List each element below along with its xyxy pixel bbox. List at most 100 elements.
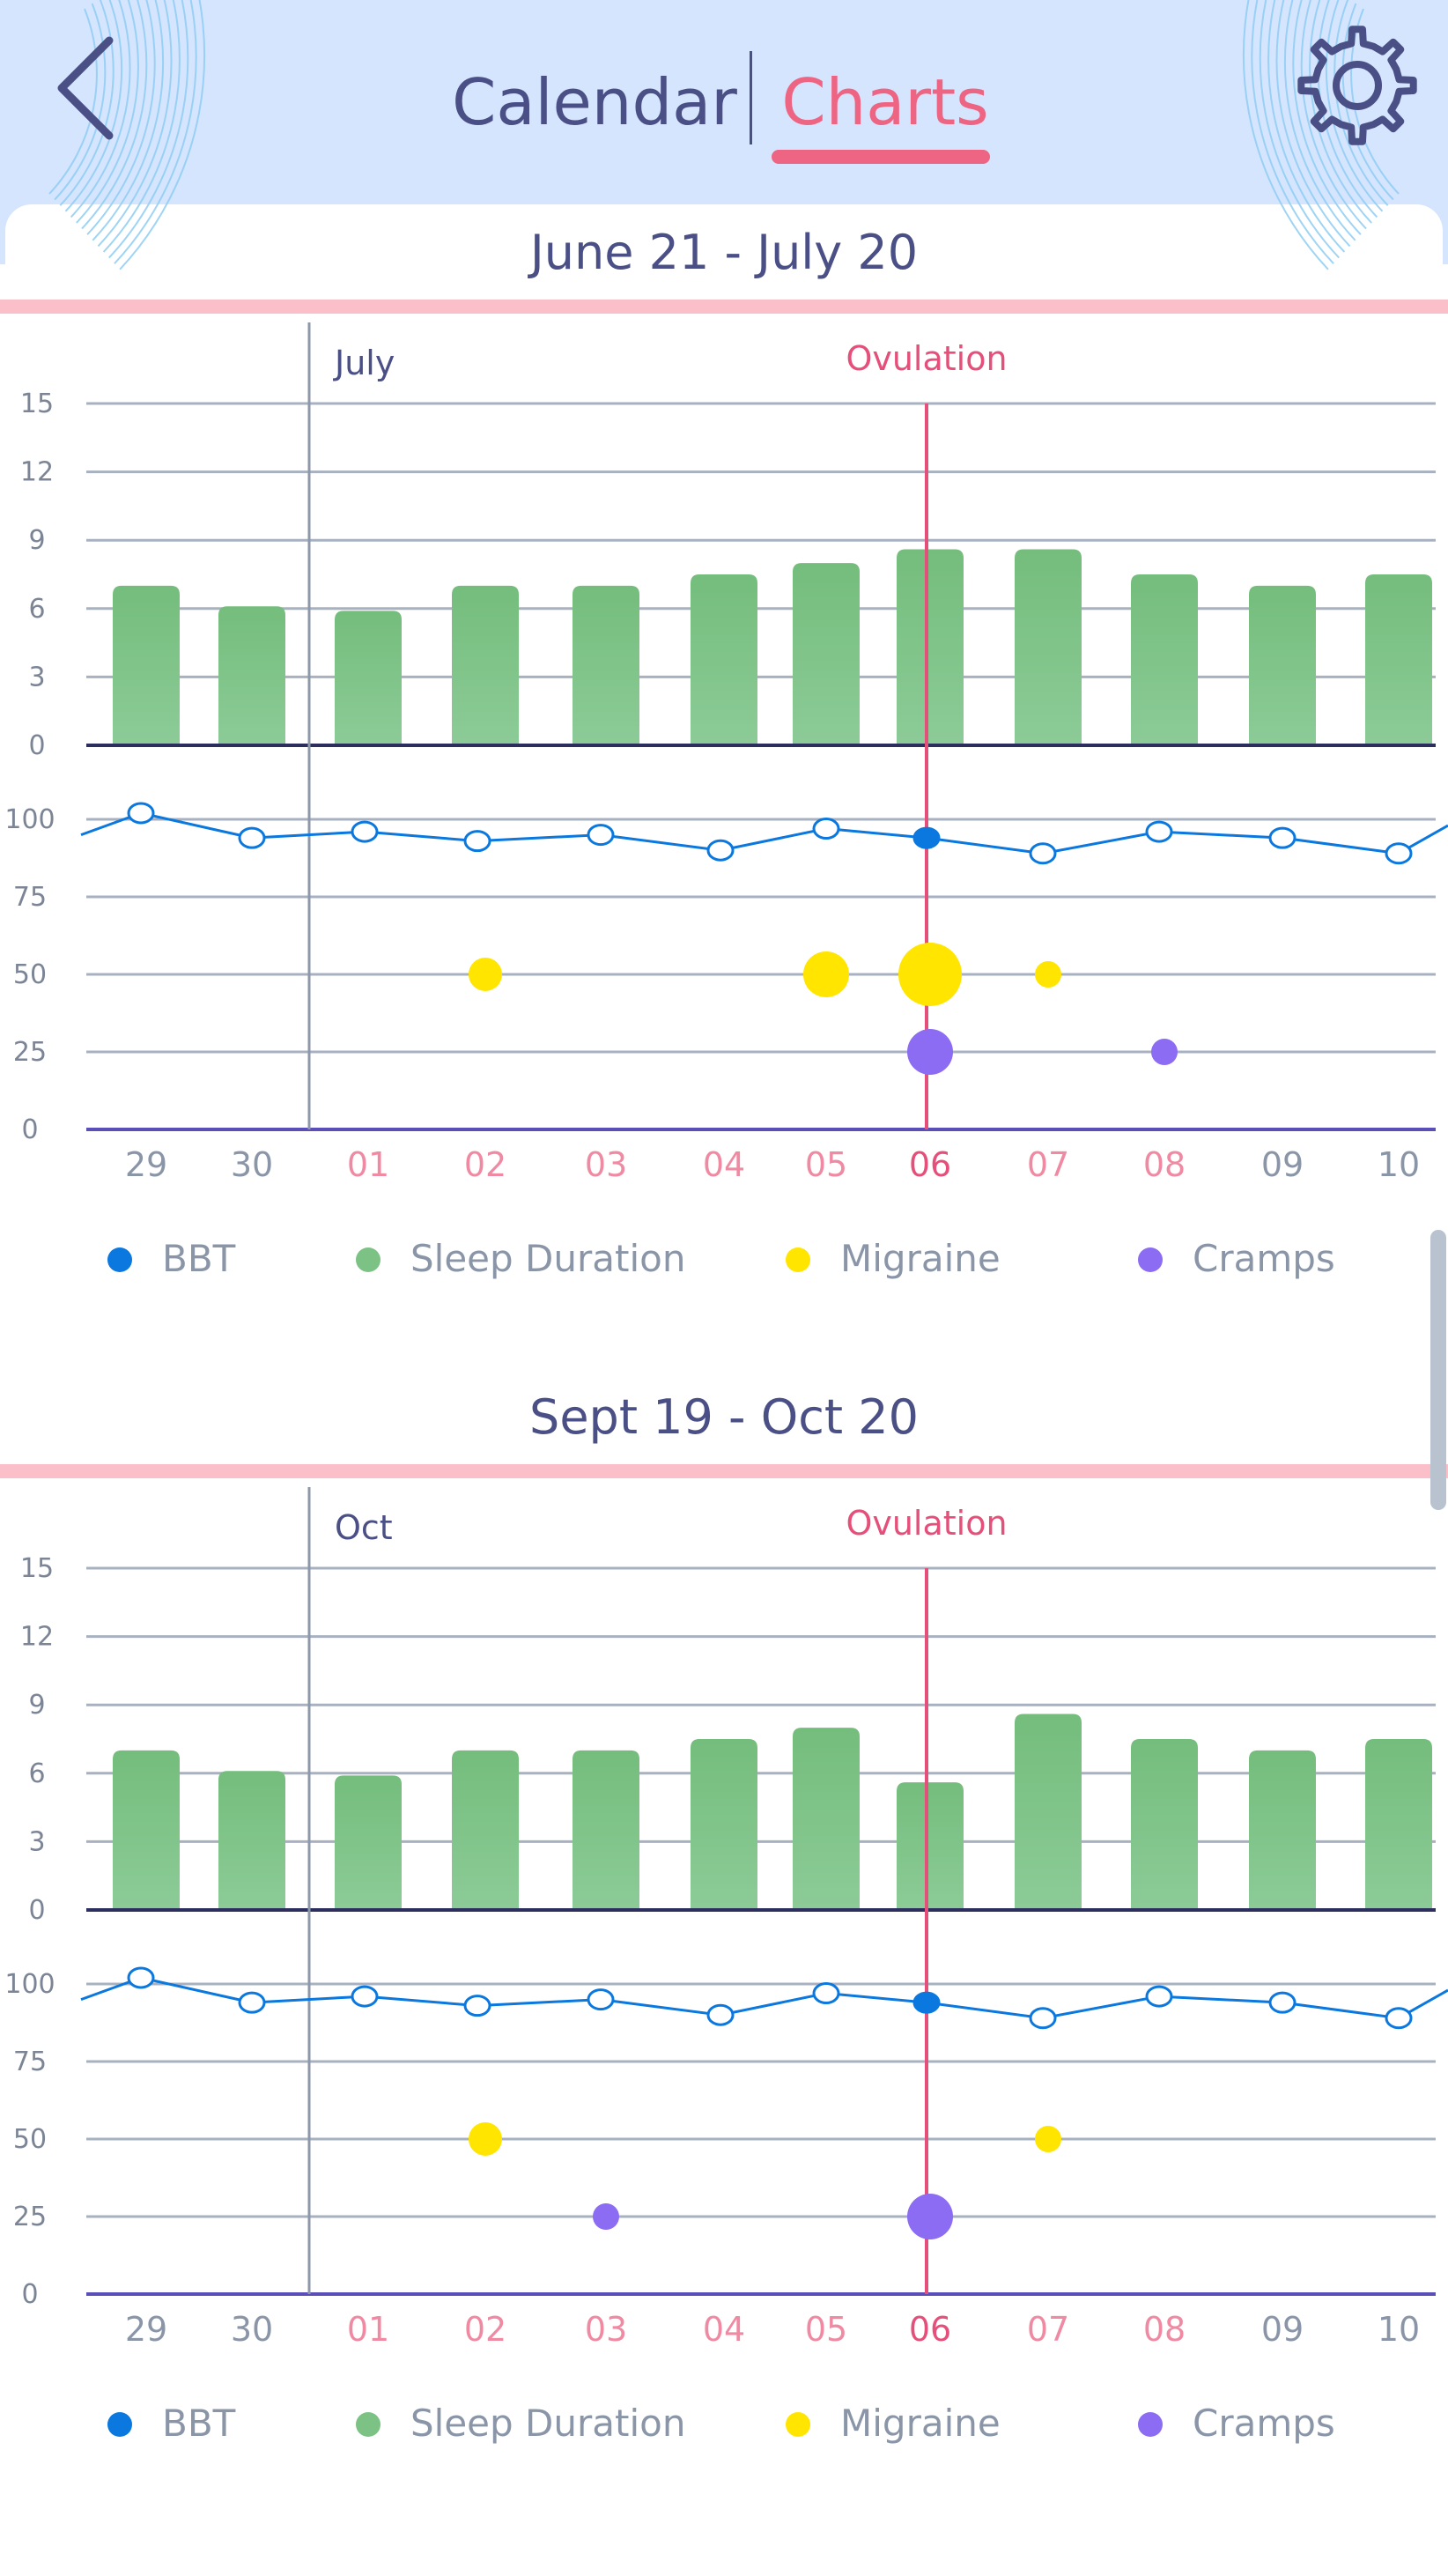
bbt-point[interactable] xyxy=(587,1988,615,2011)
charts-screen: Calendar Charts June 21 - July 20 15 12 9 6 3… xyxy=(0,0,1448,2576)
sleep-duration-bar[interactable] xyxy=(335,1775,402,1908)
bbt-point[interactable] xyxy=(587,824,615,847)
sleep-axis-tick: 6 xyxy=(28,1758,45,1789)
bbt-point[interactable] xyxy=(351,1985,379,2008)
bbt-point[interactable] xyxy=(812,818,840,840)
sleep-axis-tick: 0 xyxy=(28,1895,45,1926)
sleep-duration-bar[interactable] xyxy=(1131,1739,1198,1908)
sleep-duration-bar[interactable] xyxy=(452,585,519,744)
sleep-axis-tick: 3 xyxy=(28,662,45,692)
symptom-axis-tick: 100 xyxy=(4,1969,55,2000)
bbt-point[interactable] xyxy=(127,1966,155,1989)
legend-label: BBT xyxy=(162,2402,236,2445)
symptom-axis-tick: 25 xyxy=(13,1037,47,1068)
day-label: 03 xyxy=(585,2310,627,2349)
legend-marker xyxy=(107,2412,132,2437)
sleep-axis-tick: 3 xyxy=(28,1826,45,1857)
sleep-duration-bar[interactable] xyxy=(691,1739,757,1908)
month-label: Oct xyxy=(335,1508,393,1547)
sleep-duration-bar[interactable] xyxy=(573,1750,639,1908)
symptom-axis-tick: 25 xyxy=(13,2202,47,2232)
sleep-duration-bar[interactable] xyxy=(335,611,402,744)
sleep-duration-bar[interactable] xyxy=(573,585,639,744)
bbt-point[interactable] xyxy=(463,830,491,853)
migraine-dot[interactable] xyxy=(1035,961,1061,988)
sleep-duration-bar[interactable] xyxy=(1249,585,1316,744)
day-label: 05 xyxy=(805,2310,847,2349)
legend-marker xyxy=(786,2412,810,2437)
bbt-point[interactable] xyxy=(912,826,941,849)
day-label: 06 xyxy=(909,2310,951,2349)
bbt-point[interactable] xyxy=(812,1982,840,2005)
bbt-point[interactable] xyxy=(1385,2007,1413,2030)
sleep-duration-bar[interactable] xyxy=(452,1750,519,1908)
bbt-point[interactable] xyxy=(1268,1991,1297,2014)
day-label: 08 xyxy=(1143,2310,1186,2349)
chart-range-title: June 21 - July 20 xyxy=(528,225,918,280)
sleep-axis-tick: 0 xyxy=(28,730,45,761)
bbt-point[interactable] xyxy=(1268,826,1297,849)
sleep-duration-bar[interactable] xyxy=(1365,1739,1432,1908)
sleep-axis-tick: 9 xyxy=(28,1690,45,1721)
sleep-duration-bar[interactable] xyxy=(793,1728,860,1908)
cramps-dot[interactable] xyxy=(593,2203,619,2230)
sleep-duration-bar[interactable] xyxy=(1015,549,1082,744)
scrollbar-thumb[interactable] xyxy=(1430,1230,1446,1510)
migraine-dot[interactable] xyxy=(469,2122,502,2156)
sleep-axis-tick: 12 xyxy=(20,1622,54,1653)
day-label: 07 xyxy=(1027,2310,1069,2349)
sleep-duration-bar[interactable] xyxy=(113,585,180,744)
sleep-duration-bar[interactable] xyxy=(1249,1750,1316,1908)
sleep-duration-bar[interactable] xyxy=(897,549,964,744)
sleep-duration-bar[interactable] xyxy=(218,1771,285,1908)
bbt-point[interactable] xyxy=(1145,1985,1173,2008)
migraine-dot[interactable] xyxy=(469,958,502,991)
bbt-point[interactable] xyxy=(238,1991,266,2014)
month-label: July xyxy=(333,344,395,382)
bbt-point[interactable] xyxy=(1385,842,1413,865)
bbt-point[interactable] xyxy=(1029,2007,1057,2030)
legend-label: Cramps xyxy=(1193,2402,1335,2445)
symptom-axis-tick: 100 xyxy=(4,804,55,835)
bbt-point[interactable] xyxy=(706,2003,735,2026)
cramps-dot[interactable] xyxy=(907,1029,953,1075)
bbt-point[interactable] xyxy=(463,1995,491,2017)
symptom-axis-tick: 0 xyxy=(21,2279,38,2310)
ovulation-label: Ovulation xyxy=(846,1504,1007,1543)
symptom-axis-tick: 75 xyxy=(13,2047,47,2077)
cramps-dot[interactable] xyxy=(1151,1039,1178,1065)
migraine-dot[interactable] xyxy=(1035,2126,1061,2152)
sleep-duration-bar[interactable] xyxy=(218,606,285,744)
symptom-axis-tick: 50 xyxy=(13,2124,47,2155)
sleep-axis-tick: 6 xyxy=(28,594,45,625)
bbt-point[interactable] xyxy=(351,820,379,843)
sleep-axis-tick: 15 xyxy=(20,389,54,419)
legend-label: Migraine xyxy=(840,2402,1001,2445)
bbt-point[interactable] xyxy=(1029,842,1057,865)
bbt-point[interactable] xyxy=(706,839,735,862)
legend-marker xyxy=(1138,2412,1163,2437)
sleep-duration-bar[interactable] xyxy=(113,1750,180,1908)
bbt-point[interactable] xyxy=(238,826,266,849)
date-range-separator xyxy=(0,1464,1448,1478)
bbt-point[interactable] xyxy=(912,1991,941,2014)
bbt-point[interactable] xyxy=(127,802,155,825)
sleep-duration-bar[interactable] xyxy=(1015,1714,1082,1908)
migraine-dot[interactable] xyxy=(803,951,849,997)
day-label: 29 xyxy=(125,2310,167,2349)
sleep-axis-tick: 12 xyxy=(20,457,54,488)
cramps-dot[interactable] xyxy=(907,2194,953,2239)
migraine-dot[interactable] xyxy=(898,943,962,1006)
day-label: 30 xyxy=(231,2310,273,2349)
bbt-point[interactable] xyxy=(1145,820,1173,843)
sleep-duration-bar[interactable] xyxy=(1131,574,1198,744)
sleep-duration-bar[interactable] xyxy=(691,574,757,744)
sleep-duration-bar[interactable] xyxy=(1365,574,1432,744)
sleep-duration-bar[interactable] xyxy=(793,563,860,744)
day-label: 09 xyxy=(1261,2310,1304,2349)
symptom-axis-tick: 75 xyxy=(13,882,47,913)
cycle-chart-1: June 21 - July 20 15 12 9 6 3 0 100 75 50 25 0 July O… xyxy=(0,225,1448,1280)
symptom-axis-tick: 0 xyxy=(21,1114,38,1145)
day-label: 02 xyxy=(464,2310,506,2349)
sleep-duration-bar[interactable] xyxy=(897,1782,964,1908)
